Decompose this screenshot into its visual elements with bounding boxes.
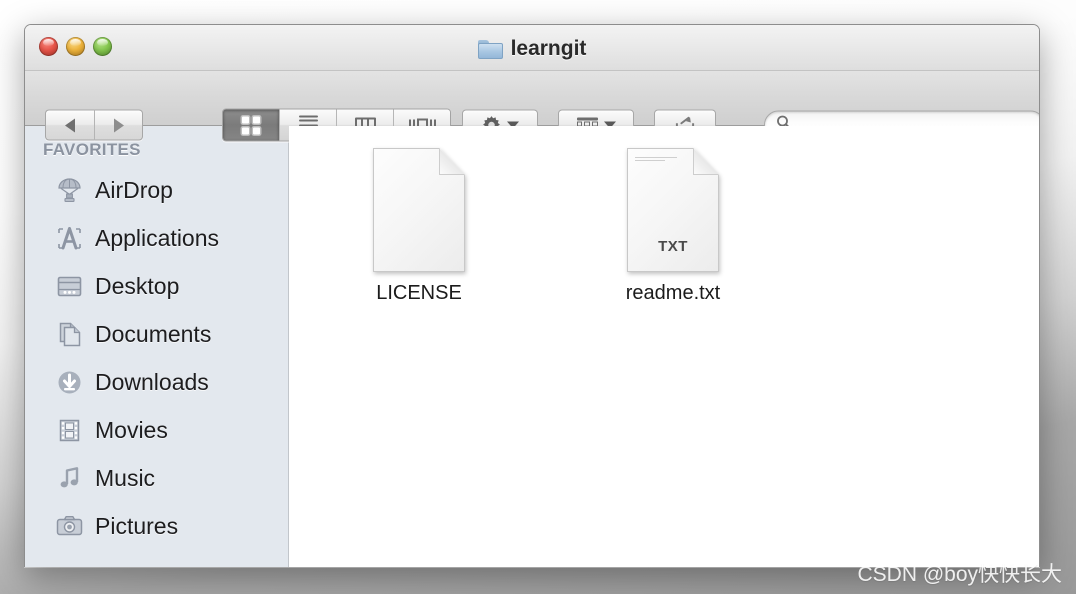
minimize-button[interactable] [66, 37, 85, 56]
sidebar-item-pictures[interactable]: Pictures [25, 502, 288, 550]
grid-icon [242, 116, 260, 134]
window-titlebar[interactable]: learngit [25, 25, 1039, 71]
sidebar-item-music[interactable]: Music [25, 454, 288, 502]
documents-icon [55, 320, 84, 349]
sidebar-item-desktop[interactable]: Desktop [25, 262, 288, 310]
window-toolbar [25, 71, 1039, 142]
sidebar-section-favorites: FAVORITES [43, 140, 141, 159]
finder-window: learngit FAVORITES AirDrop Applications … [24, 24, 1040, 567]
pictures-icon [55, 512, 84, 541]
file-type-badge: TXT [658, 238, 688, 255]
sidebar-item-label: Applications [95, 224, 220, 251]
window-title-group: learngit [25, 37, 1039, 61]
downloads-icon [55, 368, 84, 397]
folder-icon [477, 39, 503, 59]
close-button[interactable] [39, 37, 58, 56]
traffic-light-group [39, 37, 112, 56]
navigation-buttons [45, 109, 143, 141]
sidebar: FAVORITES AirDrop Applications Desktop D… [25, 126, 289, 567]
desktop-icon [55, 272, 84, 301]
text-document-icon: TXT [627, 148, 719, 272]
sidebar-item-documents[interactable]: Documents [25, 310, 288, 358]
desktop-background: learngit FAVORITES AirDrop Applications … [0, 0, 1076, 594]
window-body: FAVORITES AirDrop Applications Desktop D… [25, 126, 1039, 567]
sidebar-item-label: Movies [95, 416, 168, 443]
chevron-left-icon [65, 118, 75, 132]
airdrop-icon [55, 176, 84, 205]
sidebar-item-label: Pictures [95, 512, 179, 539]
window-title: learngit [510, 37, 587, 60]
zoom-button[interactable] [93, 37, 112, 56]
sidebar-item-label: Desktop [95, 272, 180, 299]
file-label: LICENSE [376, 282, 462, 304]
sidebar-item-label: AirDrop [95, 176, 173, 203]
chevron-right-icon [113, 118, 124, 132]
sidebar-item-movies[interactable]: Movies [25, 406, 288, 454]
sidebar-item-label: Documents [95, 320, 212, 347]
sidebar-item-label: Downloads [95, 368, 209, 395]
sidebar-item-label: Music [95, 464, 156, 491]
file-label: readme.txt [625, 282, 721, 304]
applications-icon [55, 224, 84, 253]
forward-button[interactable] [94, 109, 143, 141]
icon-view-button[interactable] [223, 109, 280, 141]
back-button[interactable] [45, 109, 94, 141]
sidebar-item-applications[interactable]: Applications [25, 214, 288, 262]
movies-icon [55, 416, 84, 445]
file-item-license[interactable]: LICENSE [355, 148, 483, 305]
blank-document-icon [373, 148, 465, 272]
file-item-readme[interactable]: TXT readme.txt [609, 148, 737, 305]
sidebar-item-downloads[interactable]: Downloads [25, 358, 288, 406]
sidebar-item-airdrop[interactable]: AirDrop [25, 166, 288, 214]
file-grid: LICENSE TXT readme.txt [289, 126, 1039, 305]
file-browser-content[interactable]: LICENSE TXT readme.txt [289, 126, 1039, 567]
music-icon [55, 464, 84, 493]
